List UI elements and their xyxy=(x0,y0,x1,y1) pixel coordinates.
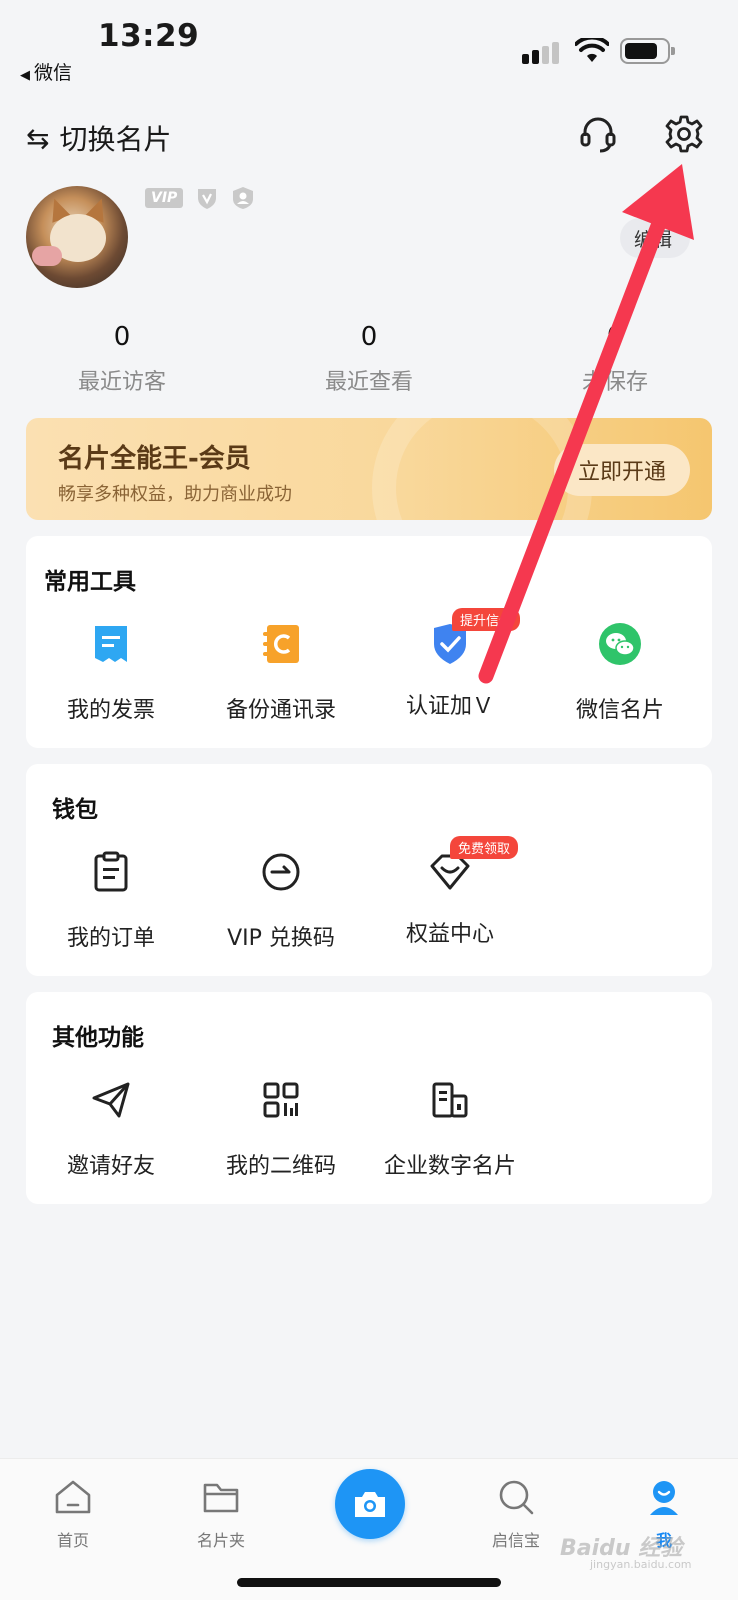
tab-label: 首页 xyxy=(56,1531,89,1550)
stat-label: 最近查看 xyxy=(324,370,413,395)
user-icon xyxy=(650,1481,678,1515)
back-to-wechat-link[interactable]: ◀ 微信 xyxy=(20,58,72,85)
edit-label: 编辑 xyxy=(634,228,673,251)
tool-label: 企业数字名片 xyxy=(383,1154,516,1179)
home-icon xyxy=(55,1480,91,1514)
identity-badge-icon xyxy=(233,187,254,209)
avatar[interactable] xyxy=(26,186,128,288)
paper-plane-icon xyxy=(92,1082,130,1118)
tools-card: 常用工具 我的发票 备份通讯录 提升信任 认证加Ｖ 微信名片 xyxy=(26,536,712,748)
status-bar: 13:29 ◀ 微信 xyxy=(0,0,738,90)
gear-icon[interactable] xyxy=(664,114,704,154)
tag-boost-trust: 提升信任 xyxy=(452,608,521,631)
contacts-backup-icon xyxy=(263,625,299,663)
vip-banner-subtitle: 畅享多种权益，助力商业成功 xyxy=(58,484,292,505)
edit-profile-button[interactable]: 编辑 xyxy=(620,218,691,258)
building-icon xyxy=(432,1082,468,1118)
top-header: ⇆ 切换名片 xyxy=(0,110,738,164)
stat-recent-viewed[interactable]: 0 最近查看 xyxy=(299,322,439,396)
tool-backup-contacts[interactable]: 备份通讯录 xyxy=(196,622,366,724)
cellular-signal-icon xyxy=(522,42,562,64)
other-card-title: 其他功能 xyxy=(52,1025,144,1051)
search-icon xyxy=(499,1480,534,1515)
vip-banner-title: 名片全能王-会员 xyxy=(58,444,251,474)
redeem-icon xyxy=(262,853,300,891)
camera-icon xyxy=(355,1492,385,1517)
tool-label: 我的订单 xyxy=(66,926,155,951)
other-my-qr[interactable]: 我的二维码 xyxy=(196,1078,366,1180)
other-invite-friends[interactable]: 邀请好友 xyxy=(26,1078,196,1180)
tool-label: 我的二维码 xyxy=(225,1154,336,1179)
switch-card-button[interactable]: ⇆ 切换名片 xyxy=(26,118,171,158)
tool-label: 权益中心 xyxy=(405,922,494,947)
tool-wechat-card[interactable]: 微信名片 xyxy=(535,622,705,724)
switch-arrows-icon: ⇆ xyxy=(26,121,50,155)
tab-home[interactable]: 首页 xyxy=(23,1477,123,1551)
folder-icon xyxy=(203,1483,239,1513)
tool-invoice[interactable]: 我的发票 xyxy=(26,622,196,724)
tab-label: 启信宝 xyxy=(491,1531,540,1550)
wallet-card: 钱包 我的订单 VIP 兑换码 免费领取 权益中心 xyxy=(26,764,712,976)
tool-label: 备份通讯录 xyxy=(225,698,336,723)
tab-qixinbao[interactable]: 启信宝 xyxy=(466,1477,566,1551)
tools-card-title: 常用工具 xyxy=(44,569,136,595)
wallet-redeem-code[interactable]: VIP 兑换码 xyxy=(196,850,366,952)
camera-scan-button[interactable] xyxy=(335,1469,405,1539)
stat-label: 最近访客 xyxy=(77,370,166,395)
tag-free-claim: 免费领取 xyxy=(450,836,519,859)
home-indicator xyxy=(237,1578,501,1587)
stat-label: 未保存 xyxy=(581,370,648,395)
verified-shield-icon xyxy=(198,189,217,209)
stat-unsaved[interactable]: 0 未保存 xyxy=(545,322,685,396)
vip-activate-button[interactable]: 立即开通 xyxy=(554,444,691,496)
profile-badges: VIP xyxy=(145,186,267,210)
vip-membership-banner[interactable]: 名片全能王-会员 畅享多种权益，助力商业成功 立即开通 xyxy=(26,418,712,520)
stat-value: 0 xyxy=(606,322,624,352)
switch-card-label: 切换名片 xyxy=(59,123,172,156)
tool-label: VIP 兑换码 xyxy=(227,926,335,951)
back-triangle-icon: ◀ xyxy=(20,68,30,83)
tool-label: 我的发票 xyxy=(66,698,155,723)
stat-value: 0 xyxy=(360,322,378,352)
tab-card-folder[interactable]: 名片夹 xyxy=(171,1477,271,1551)
back-app-label: 微信 xyxy=(34,62,73,84)
stat-recent-visitors[interactable]: 0 最近访客 xyxy=(52,322,192,396)
qr-code-icon xyxy=(263,1082,299,1118)
stat-value: 0 xyxy=(113,322,131,352)
headset-icon[interactable] xyxy=(578,114,618,154)
wallet-card-title: 钱包 xyxy=(52,797,98,823)
other-enterprise-card[interactable]: 企业数字名片 xyxy=(365,1078,535,1180)
tool-label: 微信名片 xyxy=(575,698,664,723)
wifi-icon xyxy=(575,38,609,62)
vip-badge: VIP xyxy=(145,188,184,208)
order-icon xyxy=(94,851,128,892)
invoice-icon xyxy=(95,626,127,662)
tab-label: 名片夹 xyxy=(196,1531,245,1550)
wallet-orders[interactable]: 我的订单 xyxy=(26,850,196,952)
tool-label: 邀请好友 xyxy=(66,1154,155,1179)
tool-verify[interactable]: 提升信任 认证加Ｖ xyxy=(365,608,535,720)
wallet-benefits-center[interactable]: 免费领取 权益中心 xyxy=(365,836,535,948)
battery-icon xyxy=(620,38,675,64)
wechat-icon xyxy=(599,623,641,665)
baidu-watermark-url: jingyan.baidu.com xyxy=(590,1558,692,1571)
tool-label: 认证加Ｖ xyxy=(405,694,494,719)
other-features-card: 其他功能 邀请好友 我的二维码 企业数字名片 xyxy=(26,992,712,1204)
status-time: 13:29 xyxy=(98,18,200,54)
